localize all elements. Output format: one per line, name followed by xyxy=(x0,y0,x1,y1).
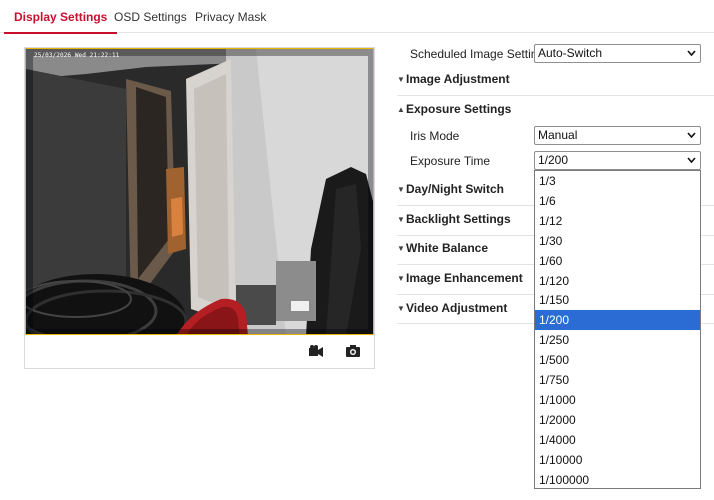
exposure-option[interactable]: 1/4000 xyxy=(535,430,700,450)
tab-display-settings[interactable]: Display Settings xyxy=(3,0,118,34)
exposure-option[interactable]: 1/30 xyxy=(535,231,700,251)
exposure-option[interactable]: 1/200 xyxy=(535,310,700,331)
exposure-time-select[interactable]: 1/200 xyxy=(534,151,701,170)
exposure-option[interactable]: 1/250 xyxy=(535,330,700,350)
chevron-down-icon: ▼ xyxy=(397,244,405,253)
chevron-up-icon: ▲ xyxy=(397,105,405,114)
exposure-option[interactable]: 1/3 xyxy=(535,171,700,191)
exposure-option[interactable]: 1/500 xyxy=(535,350,700,370)
exposure-option[interactable]: 1/60 xyxy=(535,251,700,271)
tab-osd-settings[interactable]: OSD Settings xyxy=(114,0,187,33)
chevron-down-icon xyxy=(687,132,696,138)
camera-scene xyxy=(26,49,373,334)
live-preview-panel: 25/03/2026 Wed 21:22:11 xyxy=(24,47,375,369)
section-video-adjustment-label: Video Adjustment xyxy=(406,301,508,315)
exposure-option[interactable]: 1/2000 xyxy=(535,410,700,430)
section-image-adjustment[interactable]: ▼Image Adjustment xyxy=(397,72,714,92)
exposure-option[interactable]: 1/1000 xyxy=(535,390,700,410)
scheduled-image-settings-label: Scheduled Image Settings xyxy=(410,47,551,61)
divider xyxy=(397,95,714,96)
scheduled-image-settings-select[interactable]: Auto-Switch xyxy=(534,44,701,63)
chevron-down-icon: ▼ xyxy=(397,274,405,283)
section-backlight-settings-label: Backlight Settings xyxy=(406,212,511,226)
exposure-option[interactable]: 1/120 xyxy=(535,271,700,291)
scheduled-image-settings-value: Auto-Switch xyxy=(538,46,603,60)
exposure-option[interactable]: 1/100000 xyxy=(535,470,700,490)
chevron-down-icon: ▼ xyxy=(397,215,405,224)
section-image-adjustment-label: Image Adjustment xyxy=(406,72,510,86)
section-image-enhancement-label: Image Enhancement xyxy=(406,271,523,285)
exposure-time-value: 1/200 xyxy=(538,153,569,167)
chevron-down-icon: ▼ xyxy=(397,75,405,84)
video-feed: 25/03/2026 Wed 21:22:11 xyxy=(25,48,374,335)
chevron-down-icon: ▼ xyxy=(397,185,405,194)
iris-mode-select[interactable]: Manual xyxy=(534,126,701,145)
chevron-down-icon: ▼ xyxy=(397,304,405,313)
section-exposure-settings-label: Exposure Settings xyxy=(406,102,512,116)
camera-icon[interactable] xyxy=(345,344,361,358)
exposure-time-dropdown-list: 1/3 1/6 1/12 1/30 1/60 1/120 1/150 1/200 1/250 1/… xyxy=(534,170,701,489)
exposure-option[interactable]: 1/150 xyxy=(535,290,700,310)
exposure-option[interactable]: 1/10000 xyxy=(535,450,700,470)
tab-privacy-mask[interactable]: Privacy Mask xyxy=(195,0,266,33)
exposure-option[interactable]: 1/12 xyxy=(535,211,700,231)
chevron-down-icon xyxy=(687,157,696,163)
osd-timestamp: 25/03/2026 Wed 21:22:11 xyxy=(34,52,120,59)
iris-mode-value: Manual xyxy=(538,128,578,142)
section-white-balance-label: White Balance xyxy=(406,241,489,255)
section-day-night-switch-label: Day/Night Switch xyxy=(406,182,505,196)
exposure-option[interactable]: 1/750 xyxy=(535,370,700,390)
record-video-icon[interactable] xyxy=(308,344,324,358)
iris-mode-label: Iris Mode xyxy=(410,129,460,143)
tab-bar: Display Settings OSD Settings Privacy Ma… xyxy=(0,0,714,34)
exposure-option[interactable]: 1/6 xyxy=(535,191,700,211)
section-exposure-settings[interactable]: ▲Exposure Settings xyxy=(397,102,714,122)
chevron-down-icon xyxy=(687,50,696,56)
exposure-time-label: Exposure Time xyxy=(410,154,491,168)
